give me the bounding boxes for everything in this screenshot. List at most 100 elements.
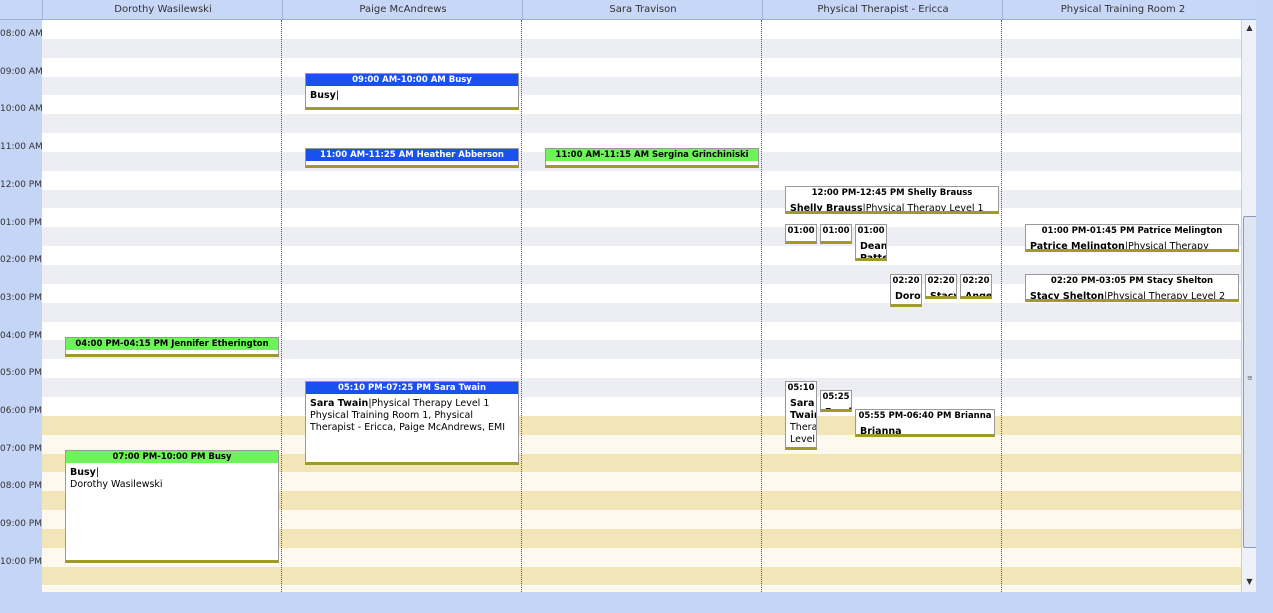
time-slot[interactable]: [42, 76, 1241, 96]
appointment[interactable]: 05:55 PM-06:40 PM BriannaBrianna Bankert…: [855, 408, 995, 438]
time-label: 05:00 PM: [0, 368, 42, 379]
appointment-body: Jennifer Etherington|Weekly Examination …: [66, 350, 278, 357]
appointment-body: Stacy: [926, 287, 957, 299]
appointment[interactable]: 09:00 AM-10:00 AM Busy Busy|: [305, 72, 519, 111]
time-label: 06:00 PM: [0, 406, 42, 417]
appointment-detail: Physical Therapy Level 2: [1107, 290, 1226, 302]
appointment-header: 01:00: [856, 224, 886, 237]
appointment-body: Patrice Melington|Physical Therapy Level…: [1026, 237, 1238, 252]
resource-header[interactable]: Sara Travison: [522, 0, 763, 19]
time-slot[interactable]: [42, 302, 1241, 322]
appointment-detail: Weekly Examination - Dr.: [310, 165, 514, 168]
appointment-header: 12:00 PM-12:45 PM Shelly Brauss: [786, 186, 998, 199]
appointment-header: 01:00: [821, 224, 851, 237]
column-separator: [761, 20, 762, 592]
bottom-bar: [0, 592, 1273, 613]
scroll-down-icon[interactable]: ▼: [1242, 576, 1257, 588]
appointment-header: 05:55 PM-06:40 PM Brianna: [856, 409, 994, 422]
appointment[interactable]: 12:00 PM-12:45 PM Shelly Brauss Shelly Br…: [785, 185, 999, 215]
column-separator: [1001, 20, 1002, 592]
column-separator: [281, 20, 282, 592]
scroll-thumb[interactable]: ≡: [1243, 216, 1257, 548]
time-slot[interactable]: [42, 20, 1241, 39]
resource-header[interactable]: Physical Training Room 2: [1002, 0, 1243, 19]
schedule-grid[interactable]: 09:00 AM-10:00 AM Busy Busy| 11:00 AM-11:2…: [42, 20, 1241, 592]
time-slot[interactable]: [42, 359, 1241, 379]
appointment-title: Stacy: [930, 290, 957, 299]
appointment[interactable]: 02:20 Stacy: [925, 273, 957, 299]
appointment-title: Sara Twain: [310, 397, 369, 409]
appointment[interactable]: 11:00 AM-11:25 AM Heather AbbersonHeathe…: [305, 148, 519, 169]
time-slot[interactable]: [42, 189, 1241, 209]
appointment[interactable]: 07:00 PM-10:00 PM Busy Busy| Dorothy Wasil…: [65, 449, 279, 563]
time-slot[interactable]: [42, 95, 1241, 115]
separator: |: [335, 89, 340, 101]
appointment-header: 02:20: [891, 274, 921, 287]
appointment-header: 09:00 AM-10:00 AM Busy: [306, 73, 518, 86]
appointment[interactable]: 02:20Doroth YoungTherap: [890, 273, 922, 307]
time-slot[interactable]: [42, 57, 1241, 77]
appointment-body: Heather Abberson|Weekly Examination - Dr…: [306, 161, 518, 168]
appointment-header: 11:00 AM-11:25 AM Heather Abberson: [306, 149, 518, 162]
time-label: 03:00 PM: [0, 292, 42, 303]
resource-header[interactable]: Physical Therapist - Ericca: [762, 0, 1003, 19]
time-label: 10:00 AM: [0, 104, 43, 115]
vertical-scrollbar[interactable]: ▲ ≡ ▼: [1241, 20, 1257, 592]
appointment-header: 11:00 AM-11:15 AM Sergina Grinchiniski: [546, 149, 758, 162]
separator: |: [658, 165, 661, 168]
appointment-header: 01:00: [786, 224, 816, 237]
time-slot[interactable]: [42, 378, 1241, 397]
separator: |: [408, 165, 411, 168]
appointment-body: Doroth YoungTherap: [891, 287, 921, 304]
time-slot[interactable]: [42, 415, 1241, 435]
time-label: 10:00 PM: [0, 556, 42, 567]
appointment-body: Busy| Dorothy Wasilewski: [66, 463, 278, 491]
appointment[interactable]: 02:20 Angel: [960, 273, 992, 299]
appointment-detail: Weekly Examination -: [550, 165, 695, 168]
time-ruler: 08:00 AM 09:00 AM 10:00 AM 11:00 AM 12:00 PM…: [0, 20, 43, 592]
time-slot[interactable]: [42, 397, 1241, 416]
time-label: 08:00 PM: [0, 481, 42, 492]
appointment-body: Pando: [821, 403, 851, 409]
time-label: 09:00 AM: [0, 66, 43, 77]
appointment-title: Busy: [70, 466, 96, 478]
appointment-header: 02:20: [961, 274, 991, 287]
appointment-detail: Weekly Examination -: [70, 354, 216, 357]
appointment-body: Sara TwainTherap Level 1: [786, 394, 817, 447]
time-slot[interactable]: [42, 170, 1241, 190]
appointment[interactable]: 01:00 PM-01:45 PM Patrice Melington Patri…: [1025, 223, 1239, 252]
appointment[interactable]: 01:00Deanna PatterTherap: [855, 223, 887, 262]
appointment-title: Patric: [825, 241, 852, 244]
time-label: 08:00 AM: [0, 29, 43, 40]
resource-header[interactable]: Paige McAndrews: [282, 0, 523, 19]
appointment-header: 02:20: [926, 274, 956, 287]
time-label: 11:00 AM: [0, 142, 43, 153]
column-separator: [521, 20, 522, 592]
appointment-title: Angel: [965, 290, 992, 299]
right-edge: [1256, 0, 1273, 613]
appointment[interactable]: 11:00 AM-11:15 AM Sergina GrinchiniskiSe…: [545, 148, 759, 169]
appointment[interactable]: 02:20 PM-03:05 PM Stacy Shelton Stacy She…: [1025, 273, 1239, 303]
appointment[interactable]: 05:25 Pando: [820, 390, 852, 413]
appointment-title: Patrice Melington: [1030, 240, 1125, 252]
appointment-body: Brianna Bankerton|Physical: [856, 422, 994, 434]
appointment-detail: Physical Therapy Level 1: [865, 202, 984, 214]
appointment[interactable]: 04:00 PM-04:15 PM Jennifer EtheringtonJe…: [65, 336, 279, 357]
time-slot[interactable]: [42, 114, 1241, 134]
appointment[interactable]: 01:00 Patric: [820, 223, 852, 244]
time-label: 07:00 PM: [0, 443, 42, 454]
appointment-header: 04:00 PM-04:15 PM Jennifer Etherington: [66, 337, 278, 350]
appointment-title: Pando: [825, 407, 851, 409]
separator: |: [179, 354, 182, 357]
appointment[interactable]: 05:10 PM-07:25 PM Sara Twain Sara Twain|P…: [305, 380, 519, 466]
time-slot[interactable]: [42, 566, 1241, 586]
appointment-title: Deanna Patter: [860, 240, 887, 262]
scroll-up-icon[interactable]: ▲: [1242, 22, 1257, 34]
appointment-header: 07:00 PM-10:00 PM Busy: [66, 450, 278, 463]
appointment-title: Aline: [790, 241, 817, 244]
appointment-extra: Therap Level 1: [790, 421, 817, 447]
appointment[interactable]: 05:10Sara TwainTherap Level 1: [785, 380, 817, 450]
resource-header[interactable]: Dorothy Wasilewski: [42, 0, 283, 19]
appointment[interactable]: 01:00 Aline: [785, 223, 817, 244]
time-slot[interactable]: [42, 38, 1241, 58]
